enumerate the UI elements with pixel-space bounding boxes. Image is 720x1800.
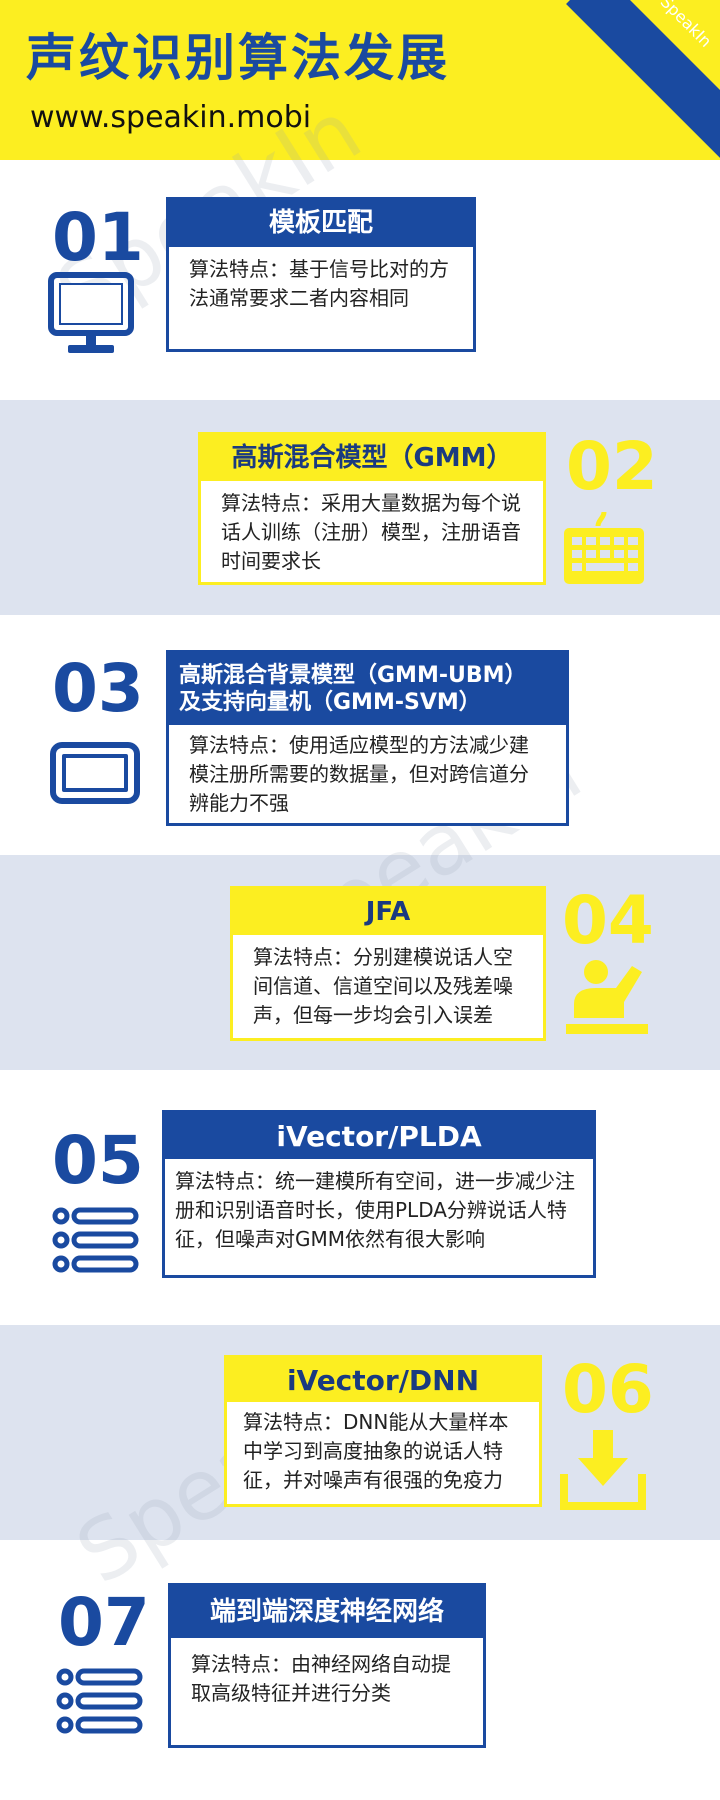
step-title: 模板匹配 bbox=[169, 200, 473, 247]
list-icon bbox=[56, 1668, 143, 1734]
step-number: 01 bbox=[52, 199, 144, 276]
step-description: 算法特点：采用大量数据为每个说话人训练（注册）模型，注册语音时间要求长 bbox=[221, 491, 521, 573]
step-title: 高斯混合背景模型（GMM-UBM） 及支持向量机（GMM-SVM） bbox=[169, 653, 566, 725]
step-card: 高斯混合模型（GMM） 算法特点：采用大量数据为每个说话人训练（注册）模型，注册… bbox=[198, 432, 546, 585]
tablet-icon bbox=[50, 742, 140, 804]
step-title-line: 及支持向量机（GMM-SVM） bbox=[179, 690, 481, 715]
download-icon bbox=[560, 1430, 646, 1510]
step-card: 高斯混合背景模型（GMM-UBM） 及支持向量机（GMM-SVM） 算法特点：使… bbox=[166, 650, 569, 826]
step-description: 算法特点：分别建模说话人空间信道、信道空间以及残差噪声，但每一步均会引入误差 bbox=[253, 945, 513, 1027]
infographic-page: 声纹识别算法发展 www.speakin.mobi SpeakIn SpeakI… bbox=[0, 0, 720, 1800]
step-number: 02 bbox=[566, 428, 658, 505]
step-description: 算法特点：由神经网络自动提取高级特征并进行分类 bbox=[191, 1652, 451, 1705]
step-description: 算法特点：基于信号比对的方法通常要求二者内容相同 bbox=[189, 257, 449, 310]
step-description: 算法特点：统一建模所有空间，进一步减少注册和识别语音时长，使用PLDA分辨说话人… bbox=[175, 1169, 575, 1251]
step-number: 03 bbox=[52, 650, 144, 727]
keyboard-icon bbox=[564, 511, 644, 584]
step-card: 模板匹配 算法特点：基于信号比对的方法通常要求二者内容相同 bbox=[166, 197, 476, 352]
website-url[interactable]: www.speakin.mobi bbox=[30, 100, 311, 135]
monitor-icon bbox=[48, 272, 134, 353]
step-number: 05 bbox=[52, 1122, 144, 1199]
step-title: JFA bbox=[233, 889, 543, 935]
header-banner: 声纹识别算法发展 www.speakin.mobi SpeakIn bbox=[0, 0, 720, 160]
step-title: iVector/DNN bbox=[227, 1358, 539, 1402]
step-card: iVector/DNN 算法特点：DNN能从大量样本中学习到高度抽象的说话人特征… bbox=[224, 1355, 542, 1507]
step-card: JFA 算法特点：分别建模说话人空间信道、信道空间以及残差噪声，但每一步均会引入… bbox=[230, 886, 546, 1041]
step-number: 06 bbox=[562, 1351, 654, 1428]
step-title: 端到端深度神经网络 bbox=[171, 1586, 483, 1638]
step-card: 端到端深度神经网络 算法特点：由神经网络自动提取高级特征并进行分类 bbox=[168, 1583, 486, 1748]
step-card: iVector/PLDA 算法特点：统一建模所有空间，进一步减少注册和识别语音时… bbox=[162, 1110, 596, 1278]
step-number: 07 bbox=[58, 1584, 150, 1661]
step-title: iVector/PLDA bbox=[165, 1113, 593, 1159]
step-description: 算法特点：使用适应模型的方法减少建模注册所需要的数据量，但对跨信道分辨能力不强 bbox=[189, 733, 529, 815]
step-description: 算法特点：DNN能从大量样本中学习到高度抽象的说话人特征，并对噪声有很强的免疫力 bbox=[243, 1410, 509, 1492]
step-number: 04 bbox=[562, 882, 654, 959]
list-icon bbox=[52, 1207, 139, 1273]
page-title: 声纹识别算法发展 bbox=[26, 29, 450, 87]
step-title-line: 高斯混合背景模型（GMM-UBM） bbox=[179, 662, 527, 688]
person-raise-hand-icon bbox=[566, 960, 648, 1034]
step-title: 高斯混合模型（GMM） bbox=[201, 435, 543, 481]
